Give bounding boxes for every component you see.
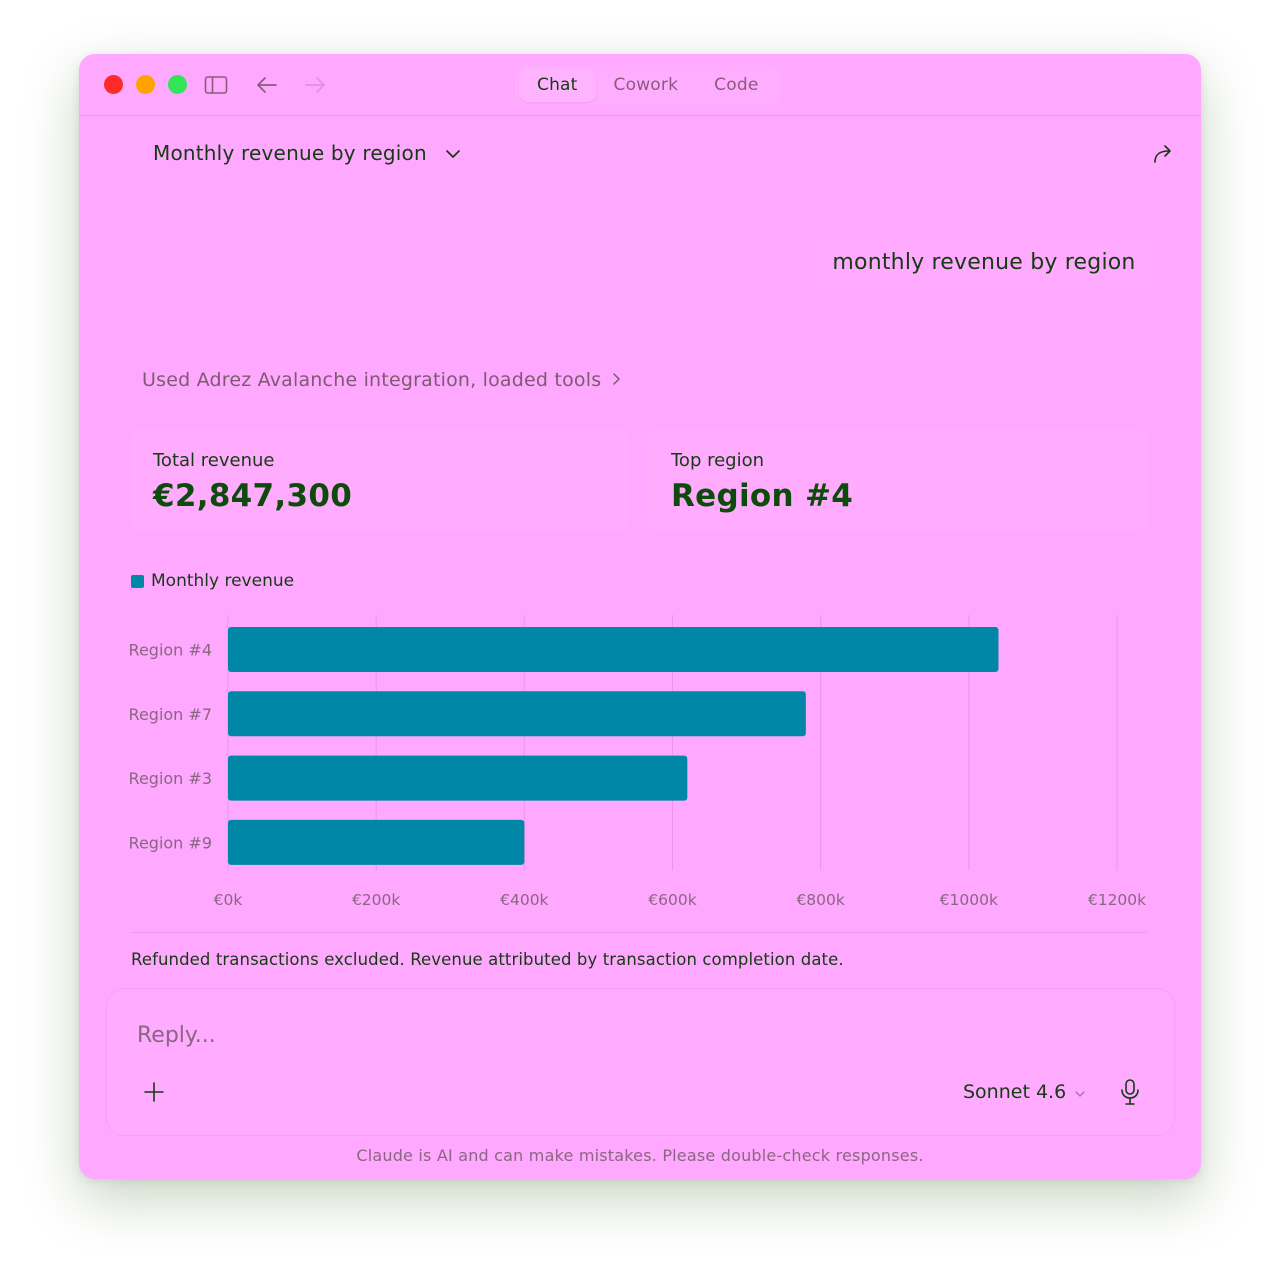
top-region-card: Top region Region #4 <box>649 430 1147 530</box>
bar <box>228 627 999 672</box>
sidebar-toggle-icon[interactable] <box>203 72 229 98</box>
category-label: Region #3 <box>129 769 212 788</box>
tab-code[interactable]: Code <box>696 68 776 102</box>
total-revenue-label: Total revenue <box>153 450 275 471</box>
user-message-bubble: monthly revenue by region <box>819 232 1149 292</box>
legend-swatch <box>131 574 144 588</box>
microphone-icon[interactable] <box>1115 1075 1145 1109</box>
category-label: Region #7 <box>129 705 212 724</box>
chevron-down-icon <box>1074 1081 1086 1103</box>
top-region-label: Top region <box>671 450 765 471</box>
legend-label: Monthly revenue <box>151 571 295 591</box>
plus-icon[interactable] <box>139 1077 169 1107</box>
disclaimer-text: Claude is AI and can make mistakes. Plea… <box>356 1146 924 1165</box>
tool-usage-toggle[interactable]: Used Adrez Avalanche integration, loaded… <box>142 366 621 394</box>
tab-chat[interactable]: Chat <box>519 68 596 102</box>
model-name: Sonnet 4.6 <box>963 1081 1067 1103</box>
category-label: Region #4 <box>129 641 212 660</box>
conversation-title-dropdown[interactable]: Monthly revenue by region <box>153 138 461 168</box>
revenue-bar-chart: Region #4 Region #7 Region #3 Region #9 €0k €… <box>129 615 1146 909</box>
minimize-window-button[interactable] <box>136 75 155 94</box>
category-label: Region #9 <box>129 833 212 852</box>
tool-usage-text: Used Adrez Avalanche integration, loaded… <box>142 369 602 391</box>
title-bar: Chat Cowork Code <box>79 54 1201 116</box>
x-tick-label: €400k <box>500 891 548 909</box>
app-window: Chat Cowork Code Monthly revenue by regi… <box>79 54 1201 1179</box>
total-revenue-value: €2,847,300 <box>153 478 353 514</box>
maximize-window-button[interactable] <box>168 75 187 94</box>
x-tick-label: €1200k <box>1088 891 1146 909</box>
x-tick-label: €1000k <box>940 891 998 909</box>
bar <box>228 691 806 737</box>
conversation-title: Monthly revenue by region <box>153 141 427 165</box>
tab-cowork[interactable]: Cowork <box>596 68 697 102</box>
close-window-button[interactable] <box>104 75 123 94</box>
x-tick-label: €800k <box>796 891 844 909</box>
chevron-down-icon <box>445 144 461 163</box>
share-icon[interactable] <box>1149 140 1177 168</box>
x-tick-label: €200k <box>352 891 400 909</box>
total-revenue-card: Total revenue €2,847,300 <box>131 430 629 530</box>
chart-divider <box>131 932 1147 933</box>
arrow-left-icon[interactable] <box>254 72 280 98</box>
reply-input[interactable] <box>137 1017 1037 1053</box>
chevron-right-icon <box>611 369 621 391</box>
arrow-right-icon[interactable] <box>302 72 328 98</box>
bar <box>228 755 688 801</box>
chart-footnote: Refunded transactions excluded. Revenue … <box>131 950 844 969</box>
chart-legend: Monthly revenue <box>131 571 294 591</box>
model-selector[interactable]: Sonnet 4.6 <box>963 1077 1086 1107</box>
top-region-value: Region #4 <box>671 478 854 514</box>
message-composer: Sonnet 4.6 <box>107 989 1174 1135</box>
mode-tabs: Chat Cowork Code <box>515 65 781 105</box>
x-tick-label: €0k <box>214 891 243 909</box>
bar <box>228 819 525 865</box>
x-tick-label: €600k <box>648 891 696 909</box>
